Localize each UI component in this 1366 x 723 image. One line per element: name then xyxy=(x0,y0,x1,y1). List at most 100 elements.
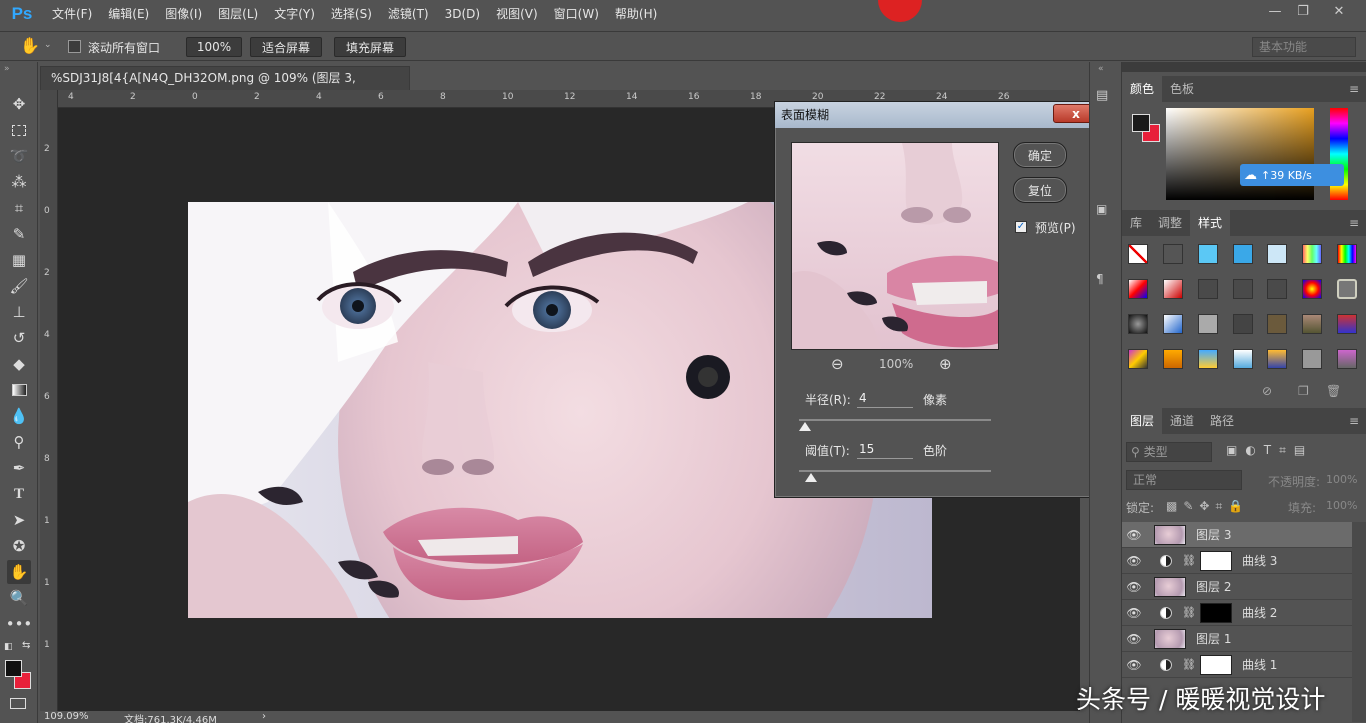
style-preset[interactable] xyxy=(1232,349,1253,369)
menu-item-0[interactable]: 文件(F) xyxy=(44,0,100,28)
radius-slider-thumb[interactable] xyxy=(798,422,811,431)
visibility-eye-icon[interactable]: 👁 xyxy=(1122,554,1146,568)
style-preset[interactable] xyxy=(1337,279,1358,299)
pen-tool-icon[interactable]: ✒ xyxy=(7,456,31,480)
threshold-input[interactable]: 15 xyxy=(857,439,913,459)
style-preset[interactable] xyxy=(1302,244,1323,264)
status-zoom[interactable]: 109.09% xyxy=(44,711,89,722)
layer-row[interactable]: 👁 ⛓ 曲线 3 xyxy=(1122,548,1352,574)
zoom-tool-icon[interactable]: 🔍 xyxy=(7,586,31,610)
menu-item-4[interactable]: 文字(Y) xyxy=(266,0,323,28)
menu-item-2[interactable]: 图像(I) xyxy=(157,0,210,28)
visibility-eye-icon[interactable]: 👁 xyxy=(1122,658,1146,672)
status-menu-arrow[interactable]: › xyxy=(262,711,266,722)
eyedropper-tool-icon[interactable]: ✎ xyxy=(7,222,31,246)
menu-item-1[interactable]: 编辑(E) xyxy=(100,0,157,28)
style-preset[interactable] xyxy=(1267,349,1288,369)
tab-adjustments[interactable]: 调整 xyxy=(1150,210,1190,236)
zoom-100-button[interactable]: 100% xyxy=(186,37,242,57)
quick-mask-icon[interactable] xyxy=(10,698,26,709)
layer-filter-icons[interactable]: ▣◐T⌗▤ xyxy=(1226,443,1313,458)
radius-slider-track[interactable] xyxy=(799,419,991,421)
fill-value[interactable]: 100% xyxy=(1326,499,1357,512)
layer-row[interactable]: 👁 图层 3 xyxy=(1122,522,1352,548)
type-tool-icon[interactable]: T xyxy=(7,482,31,506)
workspace-select[interactable]: 基本功能 xyxy=(1252,37,1356,57)
paragraph-icon[interactable]: ¶ xyxy=(1096,272,1116,290)
layer-name[interactable]: 图层 3 xyxy=(1196,526,1231,543)
style-preset[interactable] xyxy=(1337,349,1358,369)
link-icon[interactable]: ⛓ xyxy=(1182,554,1196,567)
path-selection-tool-icon[interactable]: ➤ xyxy=(7,508,31,532)
menu-item-6[interactable]: 滤镜(T) xyxy=(380,0,437,28)
layer-mask-thumbnail[interactable] xyxy=(1199,550,1232,571)
dodge-tool-icon[interactable]: ⚲ xyxy=(7,430,31,454)
style-preset[interactable] xyxy=(1162,349,1183,369)
menu-item-10[interactable]: 帮助(H) xyxy=(607,0,665,28)
style-preset[interactable] xyxy=(1128,349,1148,369)
gradient-tool-icon[interactable] xyxy=(7,378,31,402)
style-preset[interactable] xyxy=(1162,244,1183,264)
tab-libraries[interactable]: 库 xyxy=(1122,210,1150,236)
magic-wand-tool-icon[interactable]: ⁂ xyxy=(7,170,31,194)
style-preset[interactable] xyxy=(1232,244,1253,264)
scroll-all-checkbox[interactable] xyxy=(68,40,81,53)
clear-style-icon[interactable]: ⊘ xyxy=(1262,384,1272,398)
visibility-eye-icon[interactable]: 👁 xyxy=(1122,528,1146,542)
opacity-value[interactable]: 100% xyxy=(1326,473,1357,486)
hand-tool-icon[interactable]: ✋ xyxy=(7,560,31,584)
restore-button[interactable]: ❐ xyxy=(1290,0,1316,22)
tab-color[interactable]: 颜色 xyxy=(1122,76,1163,102)
hue-slider[interactable] xyxy=(1330,108,1348,200)
chevron-down-icon[interactable]: ⌄ xyxy=(44,40,52,50)
color-fg-swatch[interactable] xyxy=(1132,114,1150,132)
default-colors-icon[interactable]: ◧ xyxy=(4,642,13,652)
style-preset[interactable] xyxy=(1128,279,1148,299)
style-preset[interactable] xyxy=(1267,314,1288,334)
blend-mode-select[interactable]: 正常 xyxy=(1126,470,1242,490)
collapse-icon[interactable]: » xyxy=(4,64,10,74)
panel-menu-icon[interactable]: ≡ xyxy=(1341,408,1366,434)
layer-row[interactable]: 👁 ⛓ 曲线 1 xyxy=(1122,652,1352,678)
style-preset[interactable] xyxy=(1267,244,1288,264)
style-preset[interactable] xyxy=(1128,244,1148,264)
style-preset[interactable] xyxy=(1197,314,1218,334)
radius-input[interactable]: 4 xyxy=(857,388,913,408)
visibility-eye-icon[interactable]: 👁 xyxy=(1122,632,1146,646)
delete-style-icon[interactable]: 🗑 xyxy=(1326,384,1341,398)
more-tools-icon[interactable]: ••• xyxy=(6,612,33,636)
history-brush-tool-icon[interactable]: ↺ xyxy=(7,326,31,350)
threshold-slider-thumb[interactable] xyxy=(804,473,817,482)
layer-name[interactable]: 图层 1 xyxy=(1196,630,1231,647)
preview-checkbox[interactable]: ✓ xyxy=(1015,221,1027,233)
healing-brush-tool-icon[interactable]: ▦ xyxy=(7,248,31,272)
menu-item-5[interactable]: 选择(S) xyxy=(323,0,380,28)
style-preset[interactable] xyxy=(1232,279,1253,299)
layer-mask-thumbnail[interactable] xyxy=(1199,654,1232,675)
menu-item-8[interactable]: 视图(V) xyxy=(488,0,546,28)
layer-thumbnail[interactable] xyxy=(1154,628,1186,649)
style-preset[interactable] xyxy=(1197,349,1218,369)
tab-channels[interactable]: 通道 xyxy=(1162,408,1202,434)
panel-menu-icon[interactable]: ≡ xyxy=(1341,76,1366,102)
style-preset[interactable] xyxy=(1302,349,1323,369)
tab-layers[interactable]: 图层 xyxy=(1122,408,1163,434)
layer-name[interactable]: 曲线 2 xyxy=(1242,604,1277,621)
style-preset[interactable] xyxy=(1267,279,1288,299)
style-preset[interactable] xyxy=(1302,279,1323,299)
layer-mask-thumbnail[interactable] xyxy=(1199,602,1232,623)
filter-preview[interactable] xyxy=(791,142,999,350)
document-tab[interactable]: %SDJ31J8[4{A[N4Q_DH32OM.png @ 109% (图层 3… xyxy=(40,66,410,107)
foreground-color-swatch[interactable] xyxy=(5,660,22,677)
swap-colors-icon[interactable]: ⇆ xyxy=(22,640,30,651)
crop-tool-icon[interactable]: ⌗ xyxy=(7,196,31,220)
menu-item-3[interactable]: 图层(L) xyxy=(210,0,266,28)
style-preset[interactable] xyxy=(1337,244,1358,264)
link-icon[interactable]: ⛓ xyxy=(1182,606,1196,619)
reset-button[interactable]: 复位 xyxy=(1013,177,1067,203)
ok-button[interactable]: 确定 xyxy=(1013,142,1067,168)
vertical-ruler[interactable]: 2 0 2 4 6 8 1 1 1 xyxy=(40,90,58,713)
menu-item-7[interactable]: 3D(D) xyxy=(437,0,488,28)
brush-tool-icon[interactable]: 🖌 xyxy=(7,274,31,298)
marquee-tool-icon[interactable] xyxy=(7,118,31,142)
